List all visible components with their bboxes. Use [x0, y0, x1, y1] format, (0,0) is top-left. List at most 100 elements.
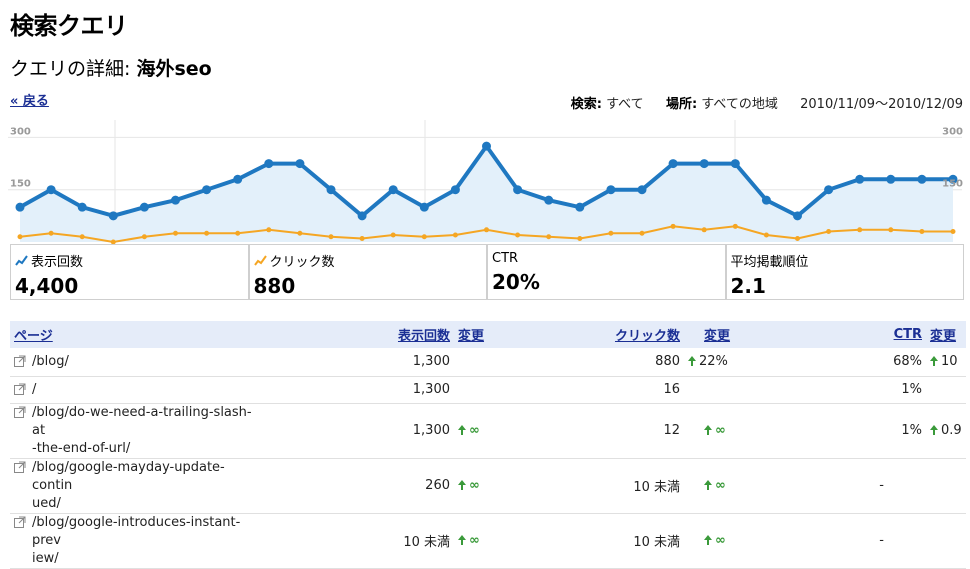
- impressions-point: [357, 211, 367, 221]
- page-url[interactable]: /blog/do-we-need-a-trailing-slash-at -the…: [32, 404, 254, 458]
- ctr-change-cell: 10: [926, 348, 966, 377]
- impressions-point: [730, 159, 740, 169]
- search-filter-label: 検索:: [570, 97, 602, 112]
- impressions-point: [699, 159, 709, 169]
- metric-ctr-value: 20%: [492, 270, 540, 294]
- metric-clicks-value: 880: [253, 274, 296, 298]
- clicks-point: [17, 234, 23, 240]
- y-tick-label-left: 300: [10, 126, 31, 137]
- impressions-point: [450, 185, 460, 195]
- impressions-point: [637, 185, 647, 195]
- impressions-point: [824, 185, 834, 195]
- metric-avg-position-label: 平均掲載順位: [730, 255, 809, 270]
- impressions-point: [15, 202, 25, 212]
- clicks-change-cell: ∞: [684, 513, 740, 569]
- metric-ctr-label: CTR: [492, 251, 519, 266]
- clicks-point: [48, 230, 54, 236]
- impressions-point: [171, 195, 180, 205]
- sort-ctr-change-link[interactable]: 変更: [930, 329, 956, 344]
- external-link-icon[interactable]: [14, 383, 26, 395]
- impressions-cell: 1,300: [258, 348, 454, 377]
- location-filter-label: 場所:: [665, 97, 698, 112]
- clicks-point: [763, 232, 769, 238]
- infinity-icon: ∞: [715, 478, 726, 493]
- impressions-sparkline-icon: [15, 254, 28, 266]
- impressions-point: [139, 202, 149, 212]
- clicks-point: [732, 223, 738, 229]
- clicks-point: [608, 230, 614, 236]
- impressions-point: [917, 174, 927, 184]
- infinity-icon: ∞: [715, 423, 726, 438]
- external-link-icon[interactable]: [14, 355, 26, 367]
- clicks-point: [826, 229, 832, 235]
- metric-avg-position[interactable]: 平均掲載順位 2.1: [727, 245, 964, 299]
- up-arrow-icon: [704, 480, 712, 490]
- clicks-point: [79, 234, 85, 240]
- clicks-point: [484, 227, 489, 233]
- sort-clicks-link[interactable]: クリック数: [615, 329, 680, 344]
- clicks-change-cell: ∞: [684, 458, 740, 514]
- clicks-cell: 16: [494, 376, 684, 404]
- metric-ctr[interactable]: CTR 20%: [488, 245, 727, 299]
- impressions-cell: 10 未満: [258, 513, 454, 569]
- clicks-point: [888, 227, 894, 233]
- clicks-point: [204, 230, 210, 236]
- infinity-icon: ∞: [469, 423, 480, 438]
- ctr-change-cell: [926, 458, 966, 514]
- metric-impressions[interactable]: 表示回数 4,400: [11, 245, 250, 299]
- impressions-point: [793, 211, 802, 221]
- chart-series: [15, 141, 958, 244]
- infinity-icon: ∞: [469, 533, 480, 548]
- col-ctr-header: CTR: [740, 321, 926, 348]
- ctr-change-value: 0.9: [941, 423, 962, 438]
- date-range: 2010/11/09～2010/12/09: [800, 97, 963, 112]
- external-link-icon[interactable]: [14, 461, 26, 473]
- filter-summary: 検索: すべて 場所: すべての地域 2010/11/09～2010/12/09: [571, 93, 963, 112]
- sort-clk-change-link[interactable]: 変更: [704, 329, 730, 344]
- up-arrow-icon: [458, 480, 466, 490]
- impressions-point: [544, 195, 554, 205]
- page-url[interactable]: /: [32, 381, 36, 399]
- impressions-point: [761, 195, 771, 205]
- clicks-cell: 12: [494, 403, 684, 459]
- table-row: / 1,300 16 1%: [10, 376, 966, 404]
- clicks-change-cell: 22%: [684, 348, 740, 377]
- col-clk-change-header: 変更: [684, 321, 740, 348]
- impressions-point: [575, 202, 585, 212]
- external-link-icon[interactable]: [14, 516, 26, 528]
- impressions-point: [46, 185, 56, 195]
- search-filter-value: すべて: [606, 97, 644, 112]
- query-detail-label: クエリの詳細:: [10, 58, 131, 80]
- clicks-point: [857, 227, 863, 233]
- up-arrow-icon: [930, 425, 938, 435]
- pages-table: ページ 表示回数 変更 クリック数 変更 CTR 変更 /blog/ 1,300…: [10, 321, 966, 569]
- page-title: 検索クエリ: [10, 12, 128, 40]
- table-row: /blog/ 1,300 880 22% 68% 10: [10, 348, 966, 377]
- sort-page-link[interactable]: ページ: [14, 329, 53, 344]
- sort-imp-change-link[interactable]: 変更: [458, 329, 484, 344]
- page-url[interactable]: /blog/google-introduces-instant-prev iew/: [32, 514, 254, 568]
- location-filter-value: すべての地域: [701, 97, 778, 112]
- col-impressions-header: 表示回数: [258, 321, 454, 348]
- back-link[interactable]: « 戻る: [10, 90, 49, 109]
- page-url[interactable]: /blog/: [32, 353, 69, 371]
- page-url[interactable]: /blog/google-mayday-update-contin ued/: [32, 459, 254, 513]
- impressions-point: [606, 185, 616, 195]
- up-arrow-icon: [688, 356, 696, 367]
- external-link-icon[interactable]: [14, 406, 26, 418]
- clicks-point: [546, 234, 552, 240]
- sort-ctr-link[interactable]: CTR: [894, 327, 922, 342]
- clicks-cell: 880: [494, 348, 684, 377]
- clicks-point: [515, 232, 521, 238]
- sort-impressions-link[interactable]: 表示回数: [398, 329, 450, 344]
- impressions-point: [233, 174, 243, 184]
- impressions-point: [326, 185, 336, 195]
- metric-impressions-label: 表示回数: [31, 255, 84, 270]
- impressions-point: [855, 174, 865, 184]
- impressions-point: [264, 159, 274, 169]
- ctr-change-cell: 0.9: [926, 403, 966, 459]
- clicks-point: [173, 230, 178, 236]
- impressions-point: [388, 185, 398, 195]
- clicks-point: [141, 234, 147, 240]
- metric-clicks[interactable]: クリック数 880: [250, 245, 488, 299]
